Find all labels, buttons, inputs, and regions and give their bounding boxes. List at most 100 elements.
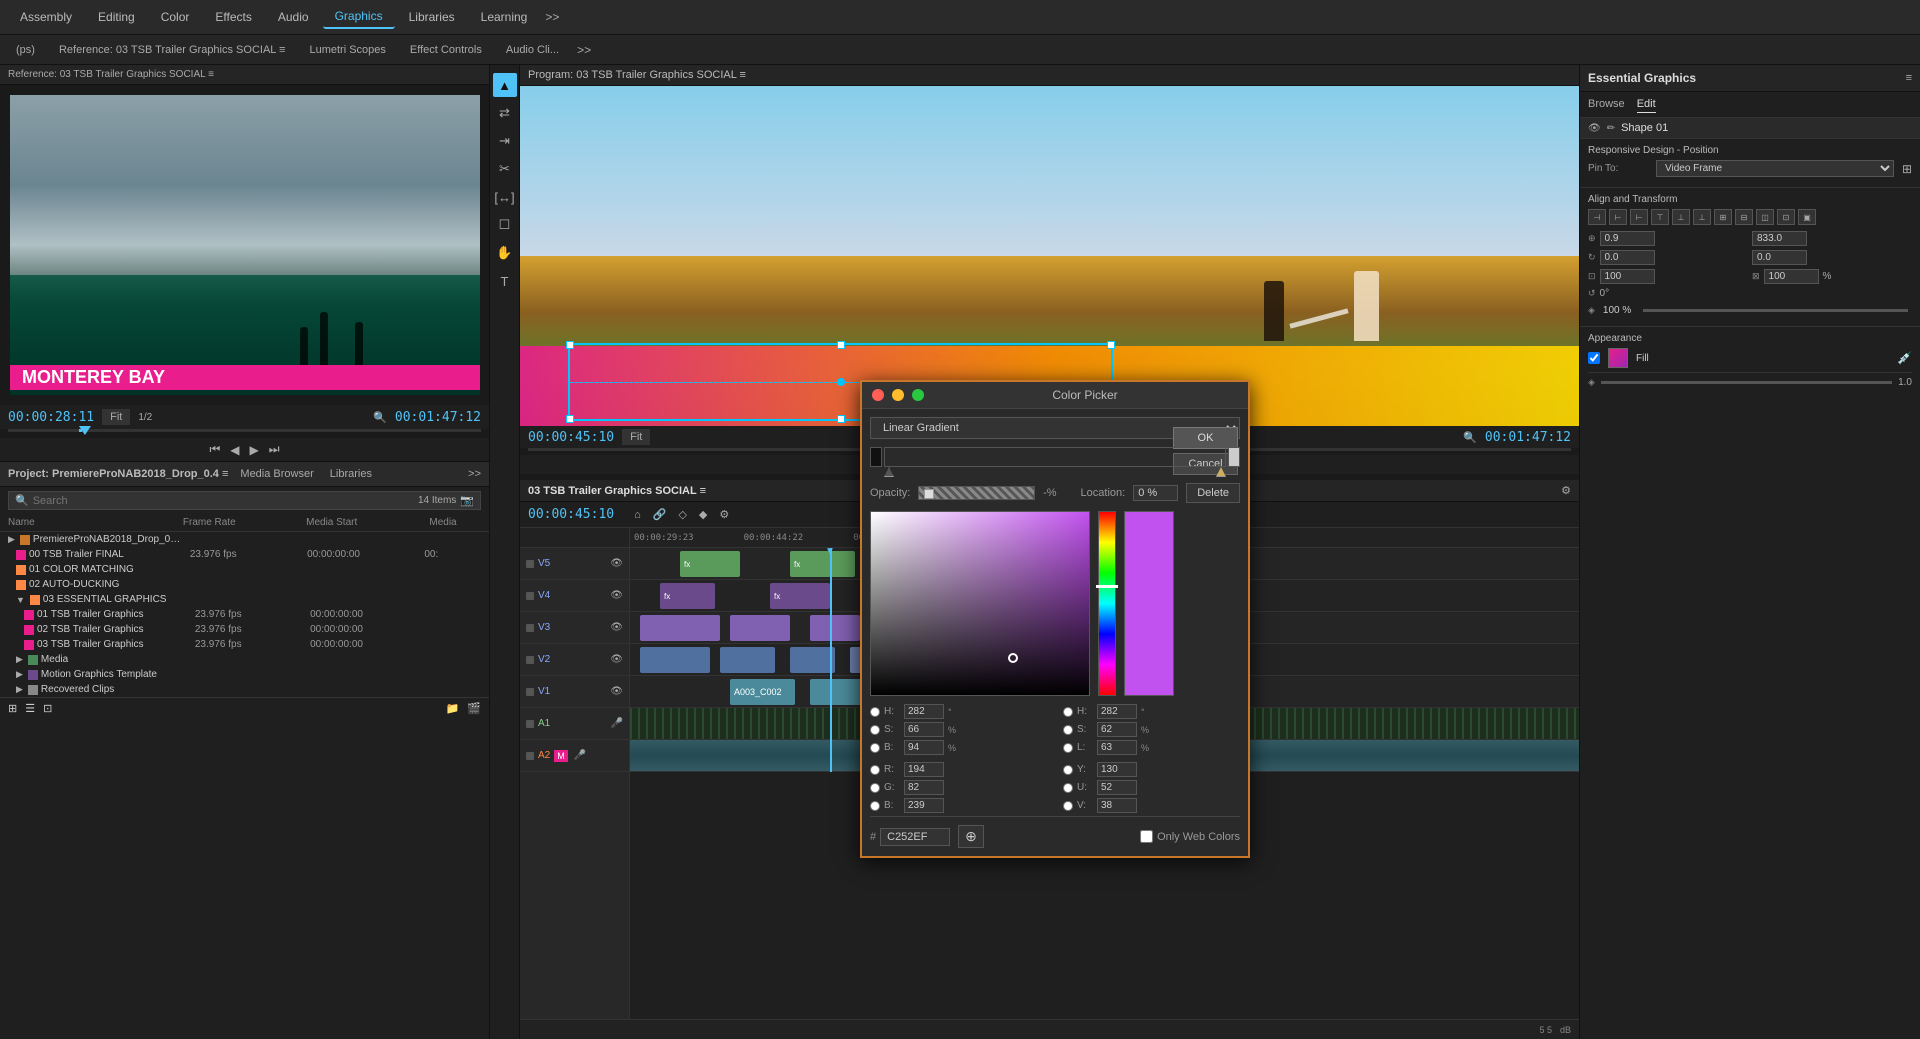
hsl-s-input[interactable] [1097,722,1137,737]
clip-v1-1[interactable]: A003_C002 [730,679,795,705]
menu-effects[interactable]: Effects [203,6,263,28]
dist-h[interactable]: ⊞ [1714,209,1732,225]
timeline-settings-icon[interactable]: ⚙ [1561,484,1571,497]
project-item[interactable]: ▶ Recovered Clips [0,682,489,697]
menu-color[interactable]: Color [149,6,202,28]
project-item[interactable]: 00 TSB Trailer FINAL 23.976 fps 00:00:00… [0,547,489,562]
ripple-edit-tool[interactable]: ⇥ [493,129,517,153]
fill-color-swatch[interactable] [1608,348,1628,368]
text-tool[interactable]: T [493,269,517,293]
opacity-slider[interactable] [1643,309,1908,312]
tl-markers-btn[interactable]: ◇ [674,506,690,523]
clip-v1-2[interactable] [810,679,865,705]
hsl-h-radio[interactable] [1063,707,1073,717]
project-item[interactable]: 01 COLOR MATCHING [0,562,489,577]
hsl-l-radio[interactable] [1063,743,1073,753]
cp-ok-button[interactable]: OK [1173,427,1238,449]
align-center-h[interactable]: ⊢ [1609,209,1627,225]
project-search-input[interactable] [33,495,414,507]
v5-toggle[interactable] [526,560,534,568]
project-new-item[interactable]: 🎬 [467,702,481,715]
rgb-r-radio[interactable] [870,765,880,775]
program-fit-button[interactable]: Fit [622,429,650,445]
menu-learning[interactable]: Learning [469,6,540,28]
step-fwd-btn[interactable]: ⏭ [269,442,280,457]
clip-v3-2[interactable] [730,615,790,641]
menu-graphics[interactable]: Graphics [323,5,395,29]
dist-v[interactable]: ⊟ [1735,209,1753,225]
hsb-s-radio[interactable] [870,725,880,735]
clip-v5-2[interactable]: fx [790,551,855,577]
gradient-right-control[interactable] [1228,447,1240,467]
yuv-u-input[interactable] [1097,780,1137,795]
v5-eye[interactable]: 👁 [610,558,623,569]
tab-lumetri[interactable]: Lumetri Scopes [297,40,397,60]
step-back-btn[interactable]: ⏮ [209,442,220,457]
play-back-btn[interactable]: ◀ [230,442,239,457]
project-icon-view[interactable]: ⊡ [43,702,52,715]
v4-toggle[interactable] [526,592,534,600]
tl-link-btn[interactable]: 🔗 [649,506,671,523]
menu-audio[interactable]: Audio [266,6,321,28]
eg-tab-browse[interactable]: Browse [1588,96,1625,113]
align-to-sel[interactable]: ▣ [1798,209,1816,225]
eyedropper-button[interactable]: ⊕ [958,825,984,848]
hsl-s-radio[interactable] [1063,725,1073,735]
tl-settings-btn[interactable]: ⚙ [715,506,733,523]
yuv-v-input[interactable] [1097,798,1137,813]
yuv-u-radio[interactable] [1063,783,1073,793]
project-item[interactable]: ▶ Motion Graphics Template [0,667,489,682]
menu-more[interactable]: >> [545,10,559,24]
tab-media-browser[interactable]: Media Browser [236,466,317,482]
align-left[interactable]: ⊣ [1588,209,1606,225]
v1-toggle[interactable] [526,688,534,696]
program-timecode[interactable]: 00:00:45:10 [528,430,614,445]
v3-toggle[interactable] [526,624,534,632]
hsb-b-input[interactable] [904,740,944,755]
a1-mic[interactable]: 🎤 [611,718,623,729]
hex-input[interactable] [880,828,950,846]
hand-tool[interactable]: ✋ [493,241,517,265]
hsb-radio[interactable] [870,707,880,717]
rgb-g-radio[interactable] [870,783,880,793]
cp-delete-button[interactable]: Delete [1186,483,1240,503]
menu-assembly[interactable]: Assembly [8,6,84,28]
project-item[interactable]: ▼ 03 ESSENTIAL GRAPHICS [0,592,489,607]
tl-keyframes-btn[interactable]: ◆ [695,506,711,523]
reference-timecode[interactable]: 00:00:28:11 [8,410,94,425]
clip-v3-1[interactable] [640,615,720,641]
clip-v2-1[interactable] [640,647,710,673]
project-panel-more[interactable]: >> [468,468,481,480]
position-y-input[interactable] [1752,231,1807,246]
project-item[interactable]: 03 TSB Trailer Graphics 23.976 fps 00:00… [0,637,489,652]
clip-v2-2[interactable] [720,647,775,673]
align-right[interactable]: ⊢ [1630,209,1648,225]
v2-eye[interactable]: 👁 [610,654,623,665]
fill-eyedropper-icon[interactable]: 💉 [1897,351,1912,365]
v4-eye[interactable]: 👁 [610,590,623,601]
tab-more[interactable]: >> [571,43,597,57]
cp-location-input[interactable] [1133,485,1178,501]
clip-v2-3[interactable] [790,647,835,673]
hsl-h-input[interactable] [1097,704,1137,719]
reference-playbar[interactable] [8,429,481,432]
tab-libraries[interactable]: Libraries [326,466,376,482]
v1-eye[interactable]: 👁 [610,686,623,697]
tab-effect-controls[interactable]: Effect Controls [398,40,494,60]
tab-audio-clip[interactable]: Audio Cli... [494,40,571,60]
rotation-b-input[interactable] [1752,250,1807,265]
rotation-input[interactable] [1600,250,1655,265]
play-btn[interactable]: ▶ [250,442,259,457]
cp-minimize-dot[interactable] [892,389,904,401]
track-select-tool[interactable]: ⇄ [493,101,517,125]
gradient-left-control[interactable] [870,447,882,467]
align-top[interactable]: ⊤ [1651,209,1669,225]
eg-tab-edit[interactable]: Edit [1637,96,1656,113]
gradient-bar-display[interactable] [884,447,1226,467]
rgb-b-input[interactable] [904,798,944,813]
hsb-b-radio[interactable] [870,743,880,753]
clip-v4-2[interactable]: fx [770,583,830,609]
pin-to-select[interactable]: Video Frame [1656,160,1894,177]
clip-v3-3[interactable] [810,615,860,641]
scale-y-input[interactable] [1764,269,1819,284]
